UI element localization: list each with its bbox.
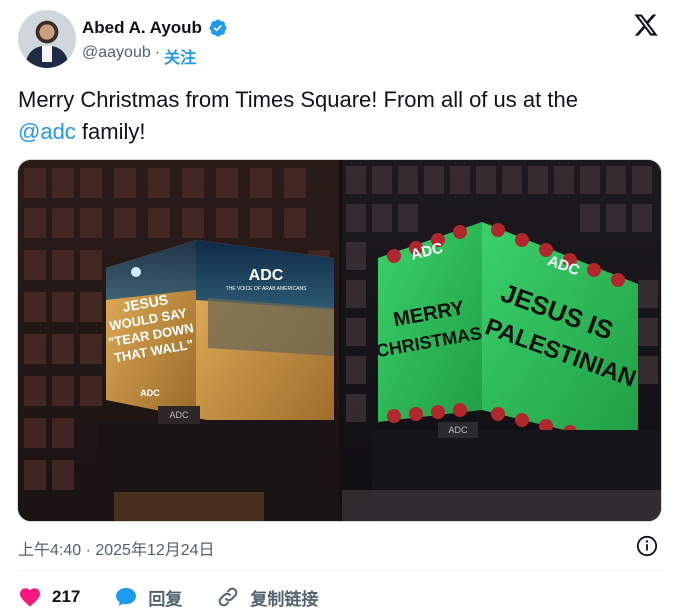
- left-bottom-brand: ADC: [140, 388, 160, 398]
- tweet-timestamp[interactable]: 上午4:40 · 2025年12月24日: [18, 536, 215, 560]
- reply-bubble-icon: [116, 588, 137, 606]
- divider: [18, 570, 663, 571]
- info-icon[interactable]: [636, 535, 658, 557]
- media-grid: ADC ADC THE VOICE OF ARAB AMERICANS JESU…: [17, 159, 662, 522]
- avatar[interactable]: [18, 10, 76, 68]
- reply-button[interactable]: 回复: [114, 585, 182, 610]
- author-name[interactable]: Abed A. Ayoub: [82, 18, 202, 38]
- handle-row: @aayoub · 关注: [82, 44, 196, 68]
- left-billboard-tagline: THE VOICE OF ARAB AMERICANS: [226, 286, 308, 292]
- action-bar: 217 回复 复制链接: [18, 584, 352, 610]
- like-count: 217: [52, 587, 81, 606]
- photo-right[interactable]: ADC ADC MERRY CHRISTMAS JESUS IS PALESTI…: [342, 160, 662, 522]
- separator-dot: ·: [154, 44, 161, 61]
- photo-left[interactable]: ADC ADC THE VOICE OF ARAB AMERICANS JESU…: [18, 160, 339, 522]
- link-icon: [219, 587, 238, 607]
- left-billboard-brand: ADC: [249, 267, 284, 284]
- x-logo-icon[interactable]: [633, 12, 659, 38]
- heart-icon: [20, 588, 40, 607]
- mention-link[interactable]: @adc: [18, 119, 76, 144]
- copy-link-label: 复制链接: [250, 589, 319, 609]
- left-building-sign: ADC: [169, 410, 189, 420]
- verified-badge-icon: [209, 19, 227, 37]
- author-name-row: Abed A. Ayoub: [82, 18, 228, 38]
- follow-button[interactable]: 关注: [164, 44, 196, 68]
- tweet-header: Abed A. Ayoub @aayoub · 关注: [18, 8, 663, 70]
- reply-label: 回复: [148, 589, 183, 609]
- right-building-sign: ADC: [448, 425, 468, 435]
- tweet-text: Merry Christmas from Times Square! From …: [18, 84, 658, 148]
- like-button[interactable]: 217: [18, 585, 80, 609]
- author-handle[interactable]: @aayoub: [82, 44, 151, 68]
- tweet-text-part2: family!: [75, 119, 146, 144]
- copy-link-button[interactable]: 复制链接: [216, 585, 318, 610]
- tweet-text-part1: Merry Christmas from Times Square! From …: [18, 87, 578, 112]
